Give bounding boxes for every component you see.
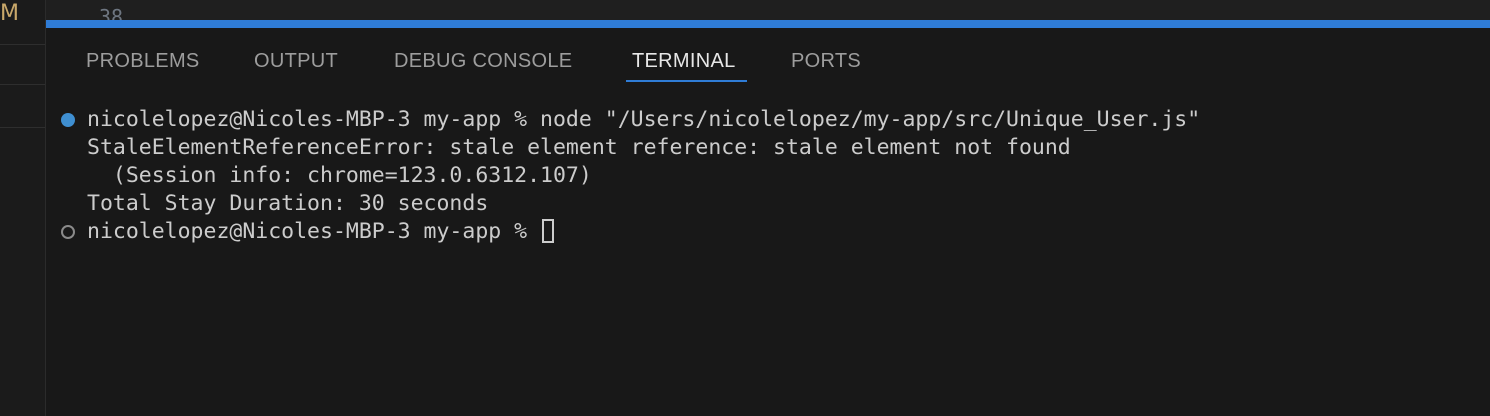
terminal-output[interactable]: nicolelopez@Nicoles-MBP-3 my-app % node … — [46, 106, 1490, 416]
active-tab-indicator — [626, 80, 747, 82]
tab-debug-console[interactable]: DEBUG CONSOLE — [394, 48, 572, 74]
bottom-panel: PROBLEMS OUTPUT DEBUG CONSOLE TERMINAL P… — [46, 28, 1490, 416]
editor-area: 38 — [46, 0, 1490, 20]
line-number: 38 — [99, 5, 124, 20]
terminal-line: Total Stay Duration: 30 seconds — [87, 191, 489, 216]
terminal-line: StaleElementReferenceError: stale elemen… — [87, 135, 1071, 160]
panel-tab-bar: PROBLEMS OUTPUT DEBUG CONSOLE TERMINAL P… — [46, 28, 1490, 88]
divider — [0, 84, 45, 85]
divider — [0, 44, 45, 45]
activity-bar-edge: M — [0, 0, 46, 416]
panel-resize-sash[interactable] — [46, 20, 1490, 28]
terminal-line: nicolelopez@Nicoles-MBP-3 my-app % node … — [87, 107, 1201, 132]
tab-ports[interactable]: PORTS — [791, 48, 861, 74]
command-success-decoration-icon[interactable] — [61, 113, 75, 127]
terminal-cursor — [542, 219, 555, 243]
tab-terminal[interactable]: TERMINAL — [632, 48, 736, 74]
terminal-prompt-line[interactable]: nicolelopez@Nicoles-MBP-3 my-app % — [87, 218, 555, 246]
tab-output[interactable]: OUTPUT — [254, 48, 338, 74]
file-status-letter: M — [0, 1, 19, 26]
terminal-line: (Session info: chrome=123.0.6312.107) — [87, 163, 592, 188]
terminal-prompt: nicolelopez@Nicoles-MBP-3 my-app % — [87, 219, 541, 244]
tab-problems[interactable]: PROBLEMS — [86, 48, 200, 74]
command-pending-decoration-icon[interactable] — [61, 225, 75, 239]
divider — [0, 127, 45, 128]
